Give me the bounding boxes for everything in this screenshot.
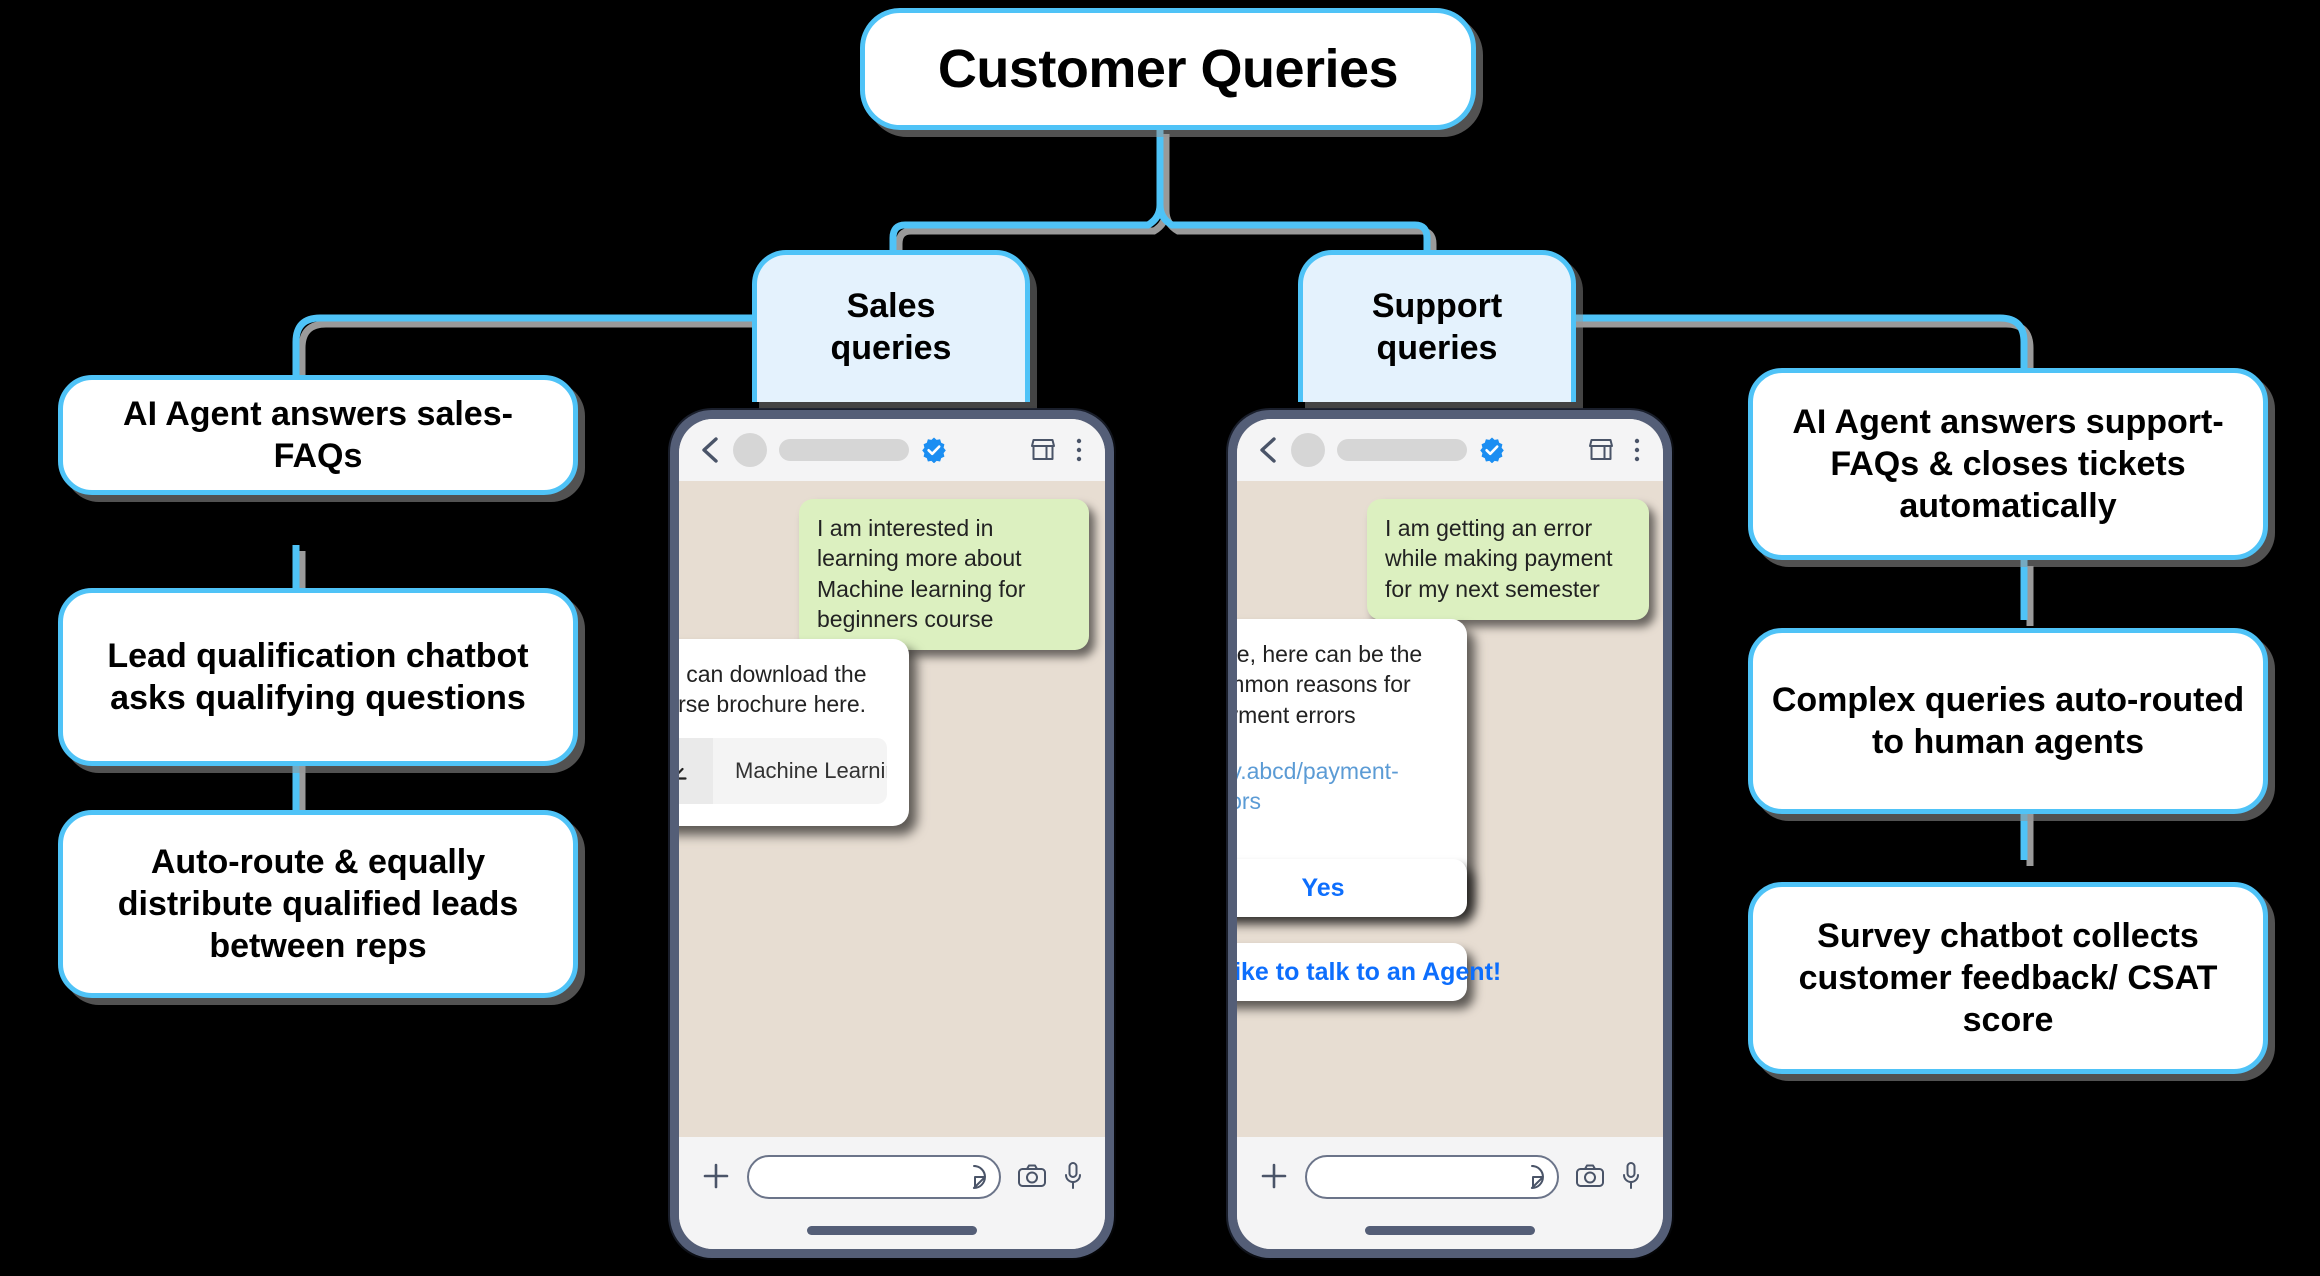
message-input[interactable] — [1305, 1155, 1559, 1199]
contact-name-placeholder — [779, 439, 909, 461]
attachment-row[interactable]: Machine Learning.jpg — [679, 737, 887, 804]
message-input[interactable] — [747, 1155, 1001, 1199]
diagram-canvas: Customer Queries Sales queries Support q… — [0, 0, 2320, 1276]
verified-badge-icon — [1480, 437, 1504, 463]
chat-header-support — [1237, 419, 1663, 481]
plus-icon[interactable] — [701, 1161, 731, 1191]
phone-mockup-support: I am getting an error while making payme… — [1228, 410, 1672, 1258]
quick-reply-yes[interactable]: Yes — [1237, 859, 1467, 917]
phone-screen-sales: I am interested in learning more about M… — [679, 419, 1105, 1249]
more-vertical-icon[interactable] — [1075, 436, 1083, 464]
microphone-icon[interactable] — [1621, 1161, 1641, 1191]
more-vertical-icon[interactable] — [1633, 436, 1641, 464]
right-step-3[interactable]: Survey chatbot collects customer feedbac… — [1748, 882, 2268, 1074]
left-step-1[interactable]: AI Agent answers sales-FAQs — [58, 375, 578, 495]
home-indicator — [1365, 1226, 1535, 1235]
chevron-left-icon[interactable] — [1257, 437, 1279, 463]
sticker-icon[interactable] — [961, 1164, 987, 1190]
quick-reply-agent[interactable]: No, I'd like to talk to an Agent! — [1237, 943, 1501, 1001]
verified-badge-icon — [922, 437, 946, 463]
chat-messages-support: I am getting an error while making payme… — [1237, 481, 1663, 1137]
branch-box-support[interactable]: Support queries — [1298, 250, 1576, 402]
avatar — [1291, 433, 1325, 467]
message-card-incoming: You can download the course brochure her… — [679, 639, 909, 826]
left-step-2[interactable]: Lead qualification chatbot asks qualifyi… — [58, 588, 578, 766]
chat-messages-sales: I am interested in learning more about M… — [679, 481, 1105, 1137]
phone-mockup-sales: I am interested in learning more about M… — [670, 410, 1114, 1258]
camera-icon[interactable] — [1575, 1163, 1605, 1189]
sticker-icon[interactable] — [1519, 1164, 1545, 1190]
home-indicator — [807, 1226, 977, 1235]
branch-box-sales[interactable]: Sales queries — [752, 250, 1030, 402]
avatar — [733, 433, 767, 467]
card-text: You can download the course brochure her… — [679, 661, 867, 718]
left-step-3[interactable]: Auto-route & equally distribute qualifie… — [58, 810, 578, 998]
card-link[interactable]: bitly.abcd/payment-errors — [1237, 756, 1445, 817]
chevron-left-icon[interactable] — [699, 437, 721, 463]
microphone-icon[interactable] — [1063, 1161, 1083, 1191]
storefront-icon[interactable] — [1029, 437, 1057, 463]
right-step-2[interactable]: Complex queries auto-routed to human age… — [1748, 628, 2268, 814]
message-bubble-outgoing: I am interested in learning more about M… — [799, 499, 1089, 651]
page-title: Customer Queries — [860, 8, 1476, 130]
phone-screen-support: I am getting an error while making payme… — [1237, 419, 1663, 1249]
chat-input-bar-sales — [679, 1137, 1105, 1249]
plus-icon[interactable] — [1259, 1161, 1289, 1191]
camera-icon[interactable] — [1017, 1163, 1047, 1189]
card-text: Sure, here can be the common reasons for… — [1237, 641, 1423, 728]
attachment-filename: Machine Learning.jpg — [735, 758, 887, 784]
right-step-1[interactable]: AI Agent answers support- FAQs & closes … — [1748, 368, 2268, 560]
download-icon — [679, 767, 687, 780]
contact-name-placeholder — [1337, 439, 1467, 461]
chat-input-bar-support — [1237, 1137, 1663, 1249]
chat-header-sales — [679, 419, 1105, 481]
message-bubble-outgoing: I am getting an error while making payme… — [1367, 499, 1649, 621]
storefront-icon[interactable] — [1587, 437, 1615, 463]
download-icon-wrap — [679, 737, 713, 804]
